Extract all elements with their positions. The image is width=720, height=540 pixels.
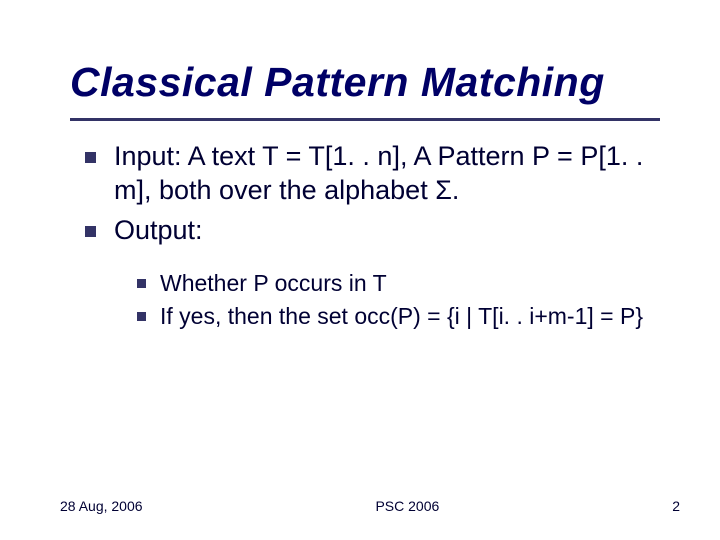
bullet-text: Input: A text T = T[1. . n], A Pattern P…: [114, 140, 680, 208]
title-underline: [70, 118, 660, 121]
slide: Classical Pattern Matching Input: A text…: [0, 0, 720, 540]
footer-center: PSC 2006: [143, 498, 673, 514]
slide-footer: 28 Aug, 2006 PSC 2006 2: [60, 498, 680, 514]
sub-bullet-text: Whether P occurs in T: [160, 269, 680, 298]
sub-bullet-text: If yes, then the set occ(P) = {i | T[i. …: [160, 302, 680, 331]
slide-body: Input: A text T = T[1. . n], A Pattern P…: [85, 140, 680, 335]
slide-title: Classical Pattern Matching: [70, 60, 690, 105]
footer-page-number: 2: [672, 498, 680, 514]
sub-bullet-item: Whether P occurs in T: [137, 269, 680, 298]
sub-bullet-item: If yes, then the set occ(P) = {i | T[i. …: [137, 302, 680, 331]
square-bullet-icon: [137, 312, 146, 321]
sub-bullet-list: Whether P occurs in T If yes, then the s…: [137, 269, 680, 331]
square-bullet-icon: [137, 279, 146, 288]
square-bullet-icon: [85, 152, 96, 163]
bullet-item: Output:: [85, 214, 680, 248]
square-bullet-icon: [85, 226, 96, 237]
bullet-text: Output:: [114, 214, 680, 248]
bullet-item: Input: A text T = T[1. . n], A Pattern P…: [85, 140, 680, 208]
footer-date: 28 Aug, 2006: [60, 498, 143, 514]
